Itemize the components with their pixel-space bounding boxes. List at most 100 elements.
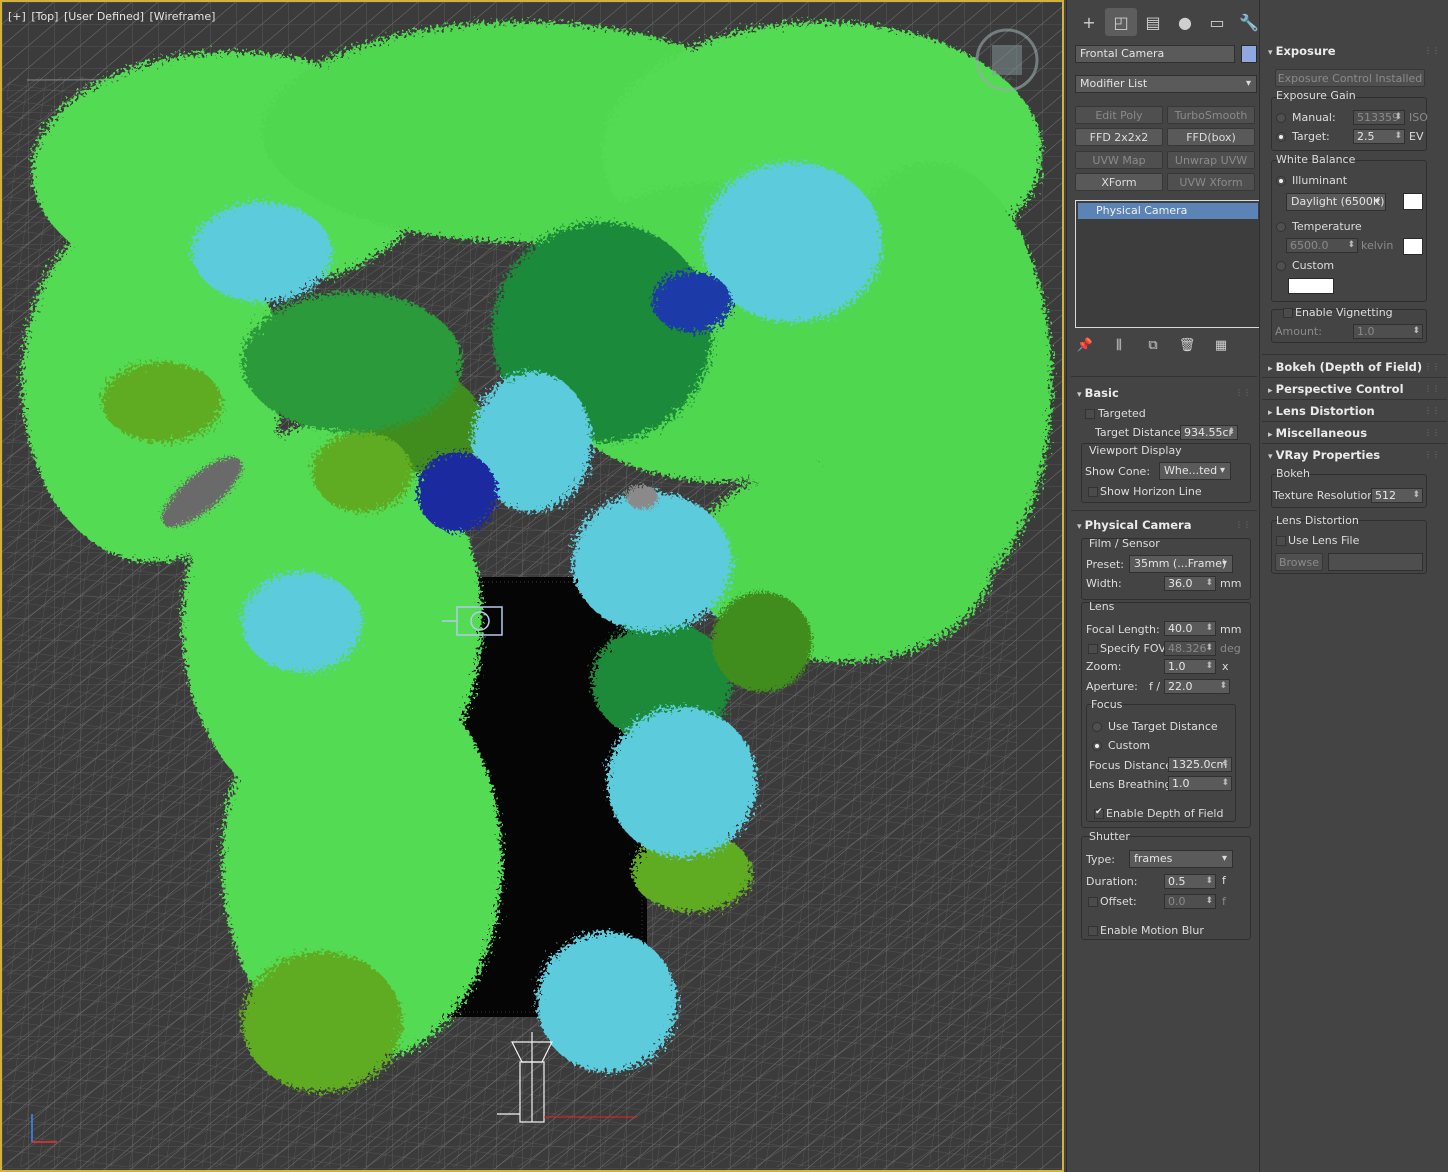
uvw-xform-button[interactable]: UVW Xform (1167, 173, 1255, 191)
offset-checkbox[interactable] (1088, 897, 1098, 907)
rollout-grip-icon[interactable]: ⋮⋮ (1424, 362, 1440, 371)
lens-breathing-spinner[interactable]: 1.0 (1168, 776, 1232, 791)
temperature-radio[interactable] (1276, 222, 1286, 232)
make-unique-icon[interactable]: ⧉ (1143, 338, 1163, 353)
perspective-control-rollout-header[interactable]: Perspective Control (1268, 382, 1404, 396)
rollout-grip-icon[interactable]: ⋮⋮ (1424, 406, 1440, 415)
shutter-type-dropdown[interactable]: frames (1129, 850, 1233, 868)
temperature-color-swatch[interactable] (1403, 238, 1423, 255)
preset-dropdown[interactable]: 35mm (...Frame) (1129, 555, 1233, 573)
custom-focus-radio[interactable] (1092, 741, 1102, 751)
turbosmooth-button[interactable]: TurboSmooth (1167, 106, 1255, 124)
width-spinner[interactable]: 36.0 (1164, 576, 1216, 591)
enable-dof-checkbox[interactable] (1094, 807, 1104, 819)
illuminant-radio[interactable] (1276, 176, 1286, 186)
show-cone-dropdown[interactable]: Whe...ted (1159, 462, 1231, 480)
fov-spinner[interactable]: 48.326 (1164, 641, 1216, 656)
rollout-grip-icon[interactable]: ⋮⋮ (1424, 384, 1440, 393)
viewport-menu-plus[interactable]: [+] (8, 10, 26, 23)
target-distance-spinner[interactable]: 934.55cr (1180, 425, 1238, 440)
object-color-swatch[interactable] (1241, 45, 1257, 63)
illuminant-dropdown[interactable]: Daylight (6500K) (1286, 193, 1386, 211)
exposure-control-installed-button[interactable]: Exposure Control Installed (1275, 69, 1425, 87)
configure-modifier-sets-icon[interactable]: ▦ (1211, 338, 1231, 353)
show-horizon-checkbox[interactable] (1088, 487, 1098, 497)
panel-divider (1262, 354, 1447, 355)
use-lens-file-checkbox[interactable] (1276, 536, 1286, 546)
viewport-label[interactable]: [+] [Top] [User Defined] [Wireframe] (8, 10, 217, 23)
create-icon[interactable]: + (1073, 8, 1105, 36)
panel-divider (1262, 399, 1447, 400)
browse-lens-file-button[interactable]: Browse (1275, 553, 1323, 571)
white-balance-title: White Balance (1276, 153, 1356, 166)
rollout-grip-icon[interactable]: ⋮⋮ (1424, 428, 1440, 437)
enable-motion-blur-checkbox[interactable] (1088, 926, 1098, 936)
vignetting-amount-spinner[interactable]: 1.0 (1353, 324, 1423, 339)
show-end-result-icon[interactable]: ⫼ (1109, 338, 1129, 353)
manual-radio[interactable] (1276, 113, 1286, 123)
use-target-distance-radio[interactable] (1092, 722, 1102, 732)
motion-icon[interactable]: ● (1169, 8, 1201, 36)
rollout-grip-icon[interactable]: ⋮⋮ (1235, 520, 1251, 529)
panel-divider (1262, 443, 1447, 444)
duration-spinner[interactable]: 0.5 (1164, 874, 1216, 889)
target-distance-label: Target Distance: (1095, 426, 1185, 439)
pin-stack-icon[interactable]: 📌 (1075, 338, 1095, 353)
ffd-2x2x2-button[interactable]: FFD 2x2x2 (1075, 128, 1163, 146)
viewport-top[interactable]: [+] [Top] [User Defined] [Wireframe] (0, 0, 1064, 1172)
focal-length-label: Focal Length: (1086, 623, 1160, 636)
remove-modifier-icon[interactable]: 🗑 (1177, 338, 1197, 353)
temperature-spinner[interactable]: 6500.0 (1286, 238, 1358, 253)
ffd-box-button[interactable]: FFD(box) (1167, 128, 1255, 146)
uvw-map-button[interactable]: UVW Map (1075, 151, 1163, 169)
exposure-gain-title: Exposure Gain (1276, 89, 1356, 102)
viewport-menu-pov[interactable]: [Top] (31, 10, 58, 23)
fov-unit: deg (1220, 642, 1241, 655)
stack-item-physical-camera[interactable]: Physical Camera (1078, 203, 1258, 219)
exposure-rollout-header[interactable]: Exposure (1268, 44, 1336, 58)
edit-poly-button[interactable]: Edit Poly (1075, 106, 1163, 124)
modifier-list-dropdown[interactable]: Modifier List (1075, 75, 1257, 93)
manual-iso-spinner[interactable]: 513359 (1353, 110, 1405, 125)
physical-camera-rollout-header[interactable]: Physical Camera (1077, 518, 1192, 532)
modifier-stack[interactable]: Physical Camera (1075, 200, 1261, 328)
basic-rollout-header[interactable]: Basic (1077, 386, 1119, 400)
viewport-menu-shading[interactable]: [Wireframe] (150, 10, 216, 23)
zoom-spinner[interactable]: 1.0 (1164, 659, 1216, 674)
object-name-input[interactable]: Frontal Camera (1075, 45, 1235, 63)
offset-spinner[interactable]: 0.0 (1164, 894, 1216, 909)
target-ev-spinner[interactable]: 2.5 (1353, 129, 1405, 144)
unwrap-uvw-button[interactable]: Unwrap UVW (1167, 151, 1255, 169)
aperture-spinner[interactable]: 22.0 (1164, 679, 1230, 694)
lens-file-path-field[interactable] (1328, 553, 1423, 571)
miscellaneous-rollout-header[interactable]: Miscellaneous (1268, 426, 1367, 440)
illuminant-color-swatch[interactable] (1403, 193, 1423, 210)
temperature-label: Temperature (1292, 220, 1362, 233)
specify-fov-checkbox[interactable] (1088, 644, 1098, 654)
zoom-label: Zoom: (1086, 660, 1122, 673)
width-unit: mm (1220, 577, 1242, 590)
show-horizon-label: Show Horizon Line (1100, 485, 1202, 498)
hierarchy-icon[interactable]: ▤ (1137, 8, 1169, 36)
xform-button[interactable]: XForm (1075, 173, 1163, 191)
focal-length-spinner[interactable]: 40.0 (1164, 621, 1216, 636)
custom-wb-color-swatch[interactable] (1288, 278, 1334, 294)
rollout-grip-icon[interactable]: ⋮⋮ (1235, 388, 1251, 397)
display-icon[interactable]: ▭ (1201, 8, 1233, 36)
vray-properties-rollout-header[interactable]: VRay Properties (1268, 448, 1380, 462)
aperture-label: Aperture: (1086, 680, 1138, 693)
rollout-grip-icon[interactable]: ⋮⋮ (1424, 46, 1440, 55)
rollout-grip-icon[interactable]: ⋮⋮ (1424, 450, 1440, 459)
viewport-menu-shading-user[interactable]: [User Defined] (64, 10, 144, 23)
focus-distance-spinner[interactable]: 1325.0cm (1168, 757, 1232, 772)
modify-icon[interactable]: ◰ (1105, 8, 1137, 36)
vray-bokeh-title: Bokeh (1276, 467, 1310, 480)
enable-vignetting-checkbox[interactable] (1283, 308, 1293, 318)
lens-distortion-rollout-header[interactable]: Lens Distortion (1268, 404, 1375, 418)
offset-unit: f (1222, 895, 1226, 908)
bokeh-rollout-header[interactable]: Bokeh (Depth of Field) (1268, 360, 1422, 374)
target-ev-radio[interactable] (1276, 132, 1286, 142)
custom-wb-radio[interactable] (1276, 261, 1286, 271)
texture-resolution-spinner[interactable]: 512 (1371, 488, 1423, 503)
targeted-checkbox[interactable] (1085, 409, 1095, 419)
